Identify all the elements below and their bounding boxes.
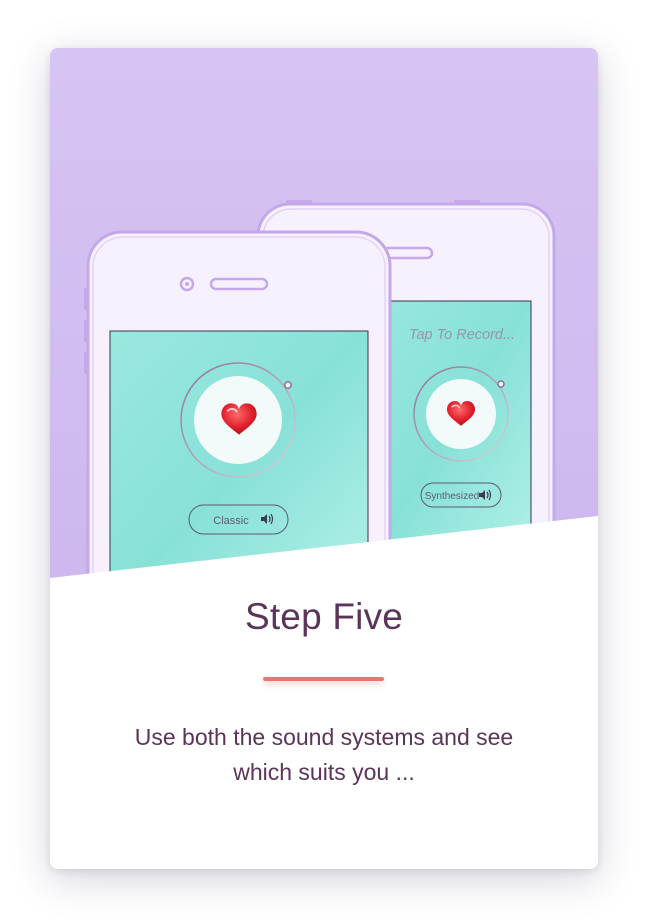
page-title: Step Five bbox=[244, 596, 404, 637]
sound-button-label: Classic bbox=[213, 515, 249, 527]
step-description: Use both the sound systems and see which… bbox=[90, 720, 558, 790]
sound-button-label: Synthesized bbox=[425, 491, 479, 502]
side-button bbox=[84, 320, 89, 342]
side-button bbox=[84, 352, 89, 374]
front-phone-speaker bbox=[209, 277, 269, 291]
title-divider bbox=[263, 677, 384, 681]
side-button bbox=[84, 288, 89, 310]
ring-handle bbox=[284, 381, 292, 389]
description-line: Use both the sound systems and see bbox=[134, 724, 514, 750]
onboarding-card: Tap To Record... Synthesized Classic Ste… bbox=[50, 48, 598, 869]
description-line: which suits you ... bbox=[233, 759, 415, 785]
back-phone-button bbox=[454, 200, 480, 205]
ring-handle bbox=[497, 380, 505, 388]
hero-illustration: Tap To Record... Synthesized Classic bbox=[50, 48, 598, 588]
status-text: Tap To Record... bbox=[409, 327, 515, 343]
front-phone: Classic bbox=[84, 230, 392, 588]
back-phone-button bbox=[286, 200, 312, 205]
phones-illustration: Tap To Record... Synthesized Classic bbox=[84, 200, 556, 588]
